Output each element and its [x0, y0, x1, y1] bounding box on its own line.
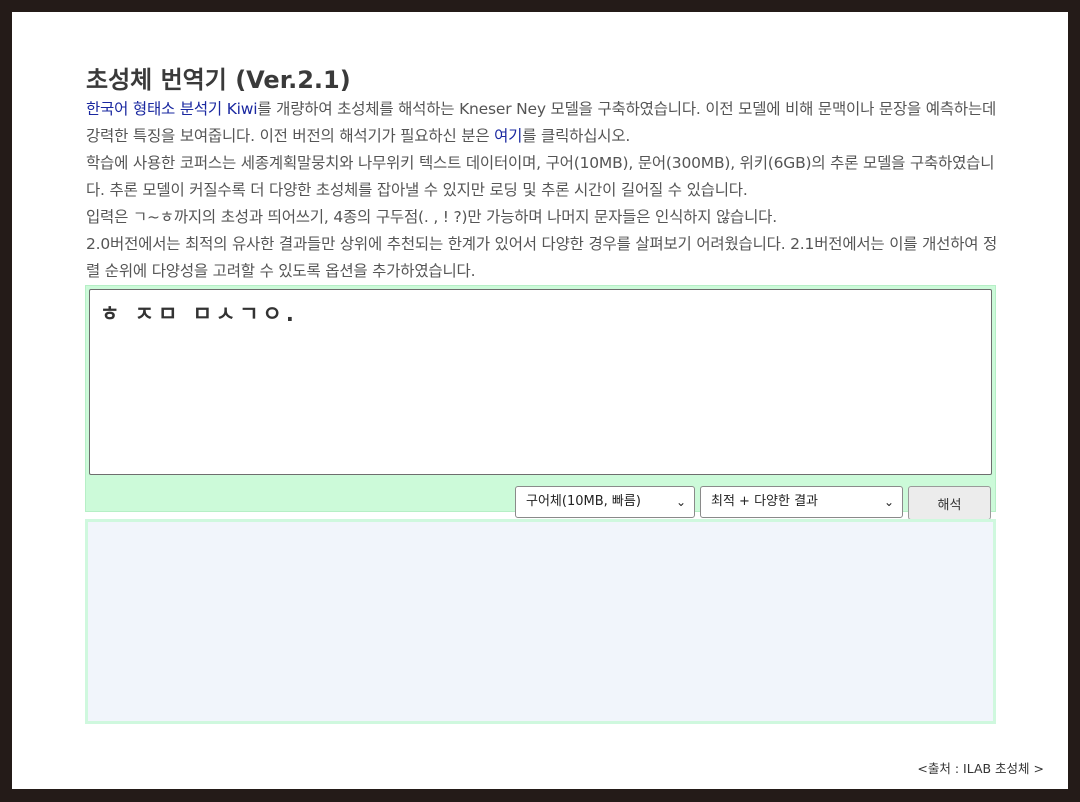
description: 한국어 형태소 분석기 Kiwi를 개량하여 초성체를 해석하는 Kneser …	[86, 96, 1002, 285]
page-frame: 초성체 번역기 (Ver.2.1) 한국어 형태소 분석기 Kiwi를 개량하여…	[12, 12, 1068, 789]
result-mode-select-value: 최적 + 다양한 결과	[711, 494, 819, 509]
result-mode-select[interactable]: 최적 + 다양한 결과 ⌄	[700, 486, 903, 518]
output-panel	[85, 519, 996, 724]
input-panel: ㅎ ㅈㅁ ㅁㅅㄱㅇ. 구어체(10MB, 빠름) ⌄ 최적 + 다양한 결과 ⌄…	[85, 285, 996, 520]
model-select[interactable]: 구어체(10MB, 빠름) ⌄	[515, 486, 695, 518]
chosung-input[interactable]: ㅎ ㅈㅁ ㅁㅅㄱㅇ.	[89, 289, 992, 475]
chevron-down-icon: ⌄	[883, 495, 894, 509]
model-select-value: 구어체(10MB, 빠름)	[526, 494, 641, 509]
description-paragraph-1: 한국어 형태소 분석기 Kiwi를 개량하여 초성체를 해석하는 Kneser …	[86, 96, 1002, 150]
chevron-down-icon: ⌄	[675, 495, 686, 509]
description-text-1-end: 를 클릭하십시오.	[522, 127, 631, 145]
translate-button[interactable]: 해석	[908, 486, 991, 520]
previous-version-link[interactable]: 여기	[494, 127, 522, 145]
description-paragraph-4: 2.0버전에서는 최적의 유사한 결과들만 상위에 추천되는 한계가 있어서 다…	[86, 235, 998, 280]
kiwi-link[interactable]: 한국어 형태소 분석기 Kiwi	[86, 100, 258, 118]
description-paragraph-2: 학습에 사용한 코퍼스는 세종계획말뭉치와 나무위키 텍스트 데이터이며, 구어…	[86, 154, 995, 199]
source-credit: <출처 : ILAB 초성체 >	[917, 761, 1044, 776]
page-title: 초성체 번역기 (Ver.2.1)	[86, 66, 351, 94]
description-paragraph-3: 입력은 ㄱ~ㅎ까지의 초성과 띄어쓰기, 4종의 구두점(. , ! ?)만 가…	[86, 208, 777, 226]
